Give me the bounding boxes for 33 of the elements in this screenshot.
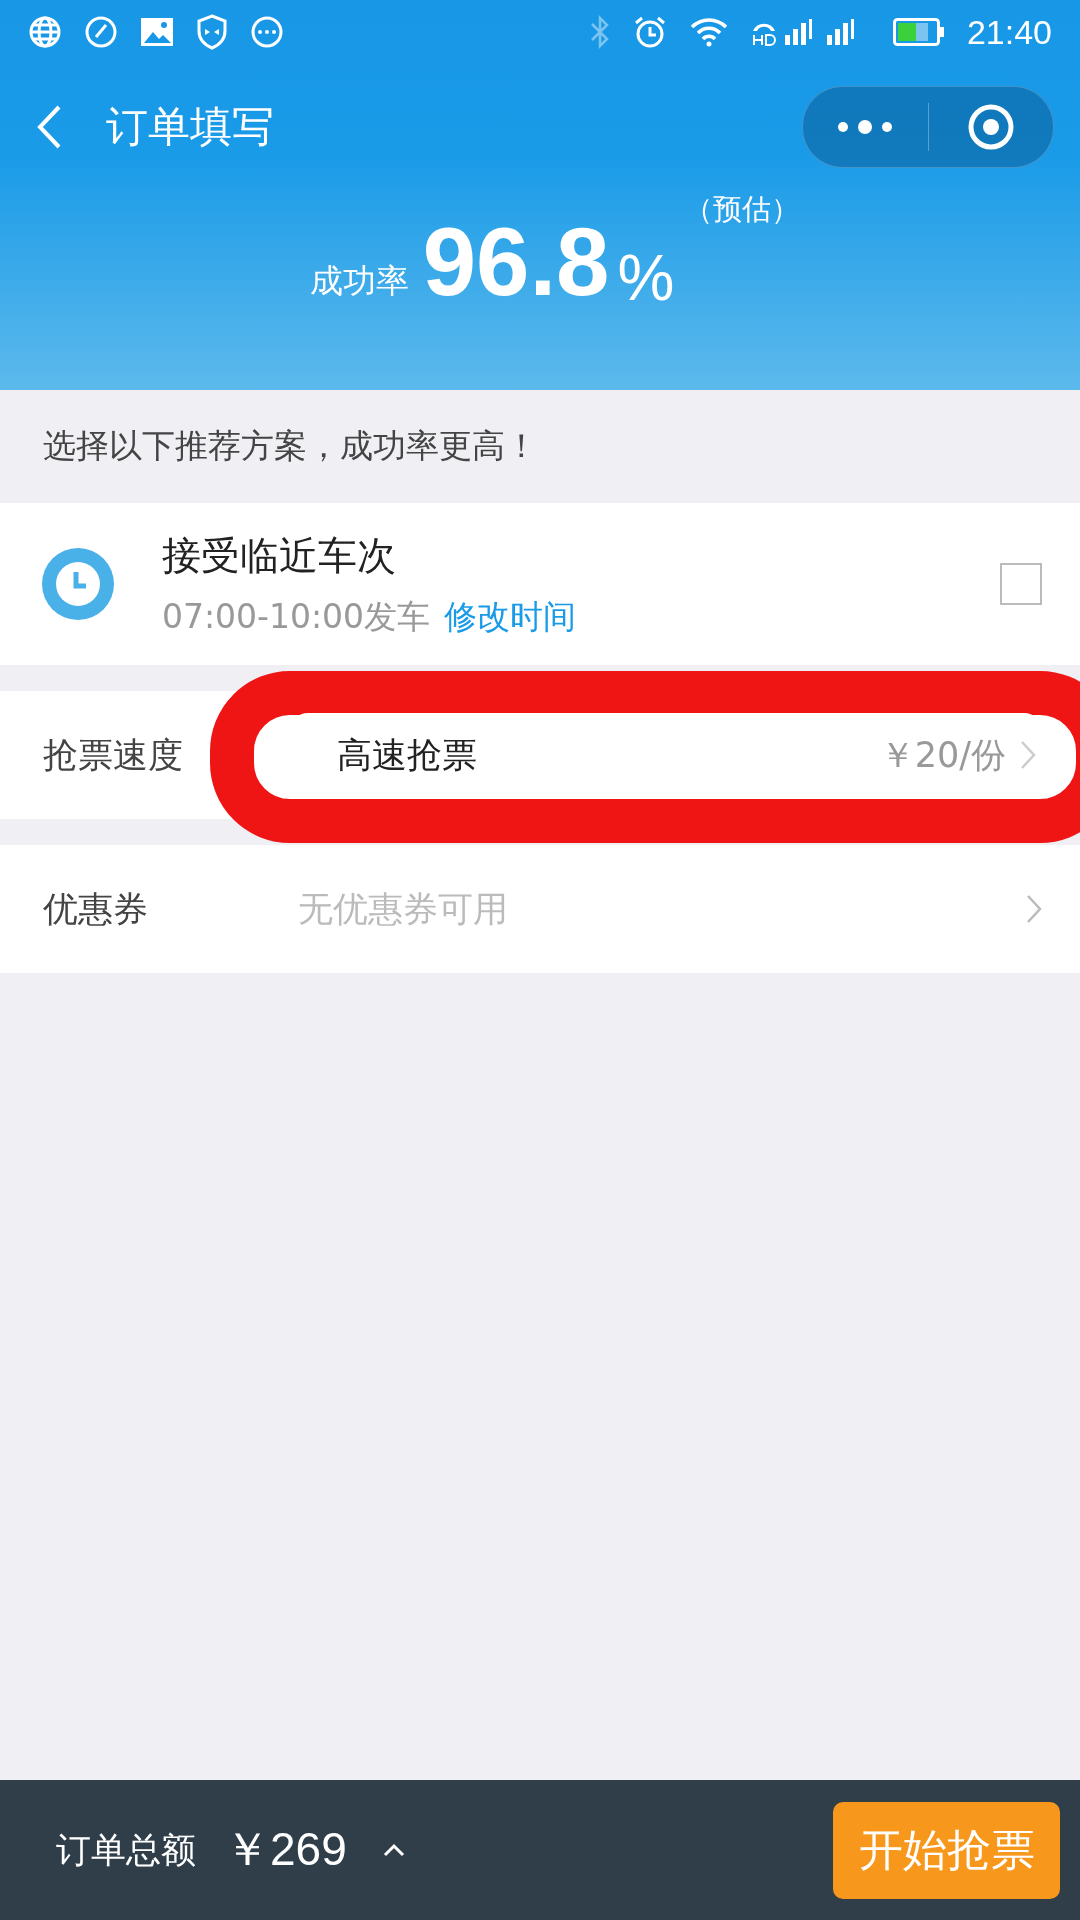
shield-icon: [196, 14, 228, 50]
battery-icon: [892, 18, 945, 46]
start-button[interactable]: 开始抢票: [833, 1801, 1060, 1899]
percent-sign: %: [617, 246, 675, 310]
more-circle-icon: [250, 15, 284, 49]
close-icon: [966, 103, 1015, 151]
globe-icon: [28, 15, 62, 49]
image-icon: [140, 17, 174, 47]
total-amount: ￥269: [224, 1822, 347, 1877]
success-rate-label: 成功率: [309, 260, 409, 302]
bluetooth-icon: [588, 15, 611, 49]
alarm-icon: [632, 15, 667, 49]
expand-icon[interactable]: [382, 1843, 405, 1857]
more-icon: [836, 120, 895, 134]
row-label: 优惠券: [43, 887, 149, 931]
wifi-icon: [688, 17, 729, 47]
row-label: 抢票速度: [43, 733, 184, 777]
recommendation-hint: 选择以下推荐方案，成功率更高！: [42, 425, 539, 467]
chevron-icon: [1020, 740, 1036, 770]
option-title: 接受临近车次: [162, 531, 397, 580]
departure-time: 07:00-10:00发车: [162, 595, 431, 638]
total-label: 订单总额: [56, 1828, 196, 1872]
change-time-link[interactable]: 修改时间: [444, 594, 577, 640]
back-icon[interactable]: [36, 104, 62, 150]
checkbox[interactable]: [1000, 563, 1042, 605]
estimate-note: （预估）: [684, 191, 801, 228]
clock-icon: [42, 548, 114, 620]
status-time: 21:40: [966, 12, 1052, 52]
success-rate-value: 96.8: [422, 214, 610, 310]
compass-icon: [84, 15, 118, 49]
row-selector[interactable]: 无优惠券可用: [298, 845, 1042, 973]
chevron-icon: [1026, 894, 1042, 924]
page-title: 订单填写: [106, 101, 274, 153]
